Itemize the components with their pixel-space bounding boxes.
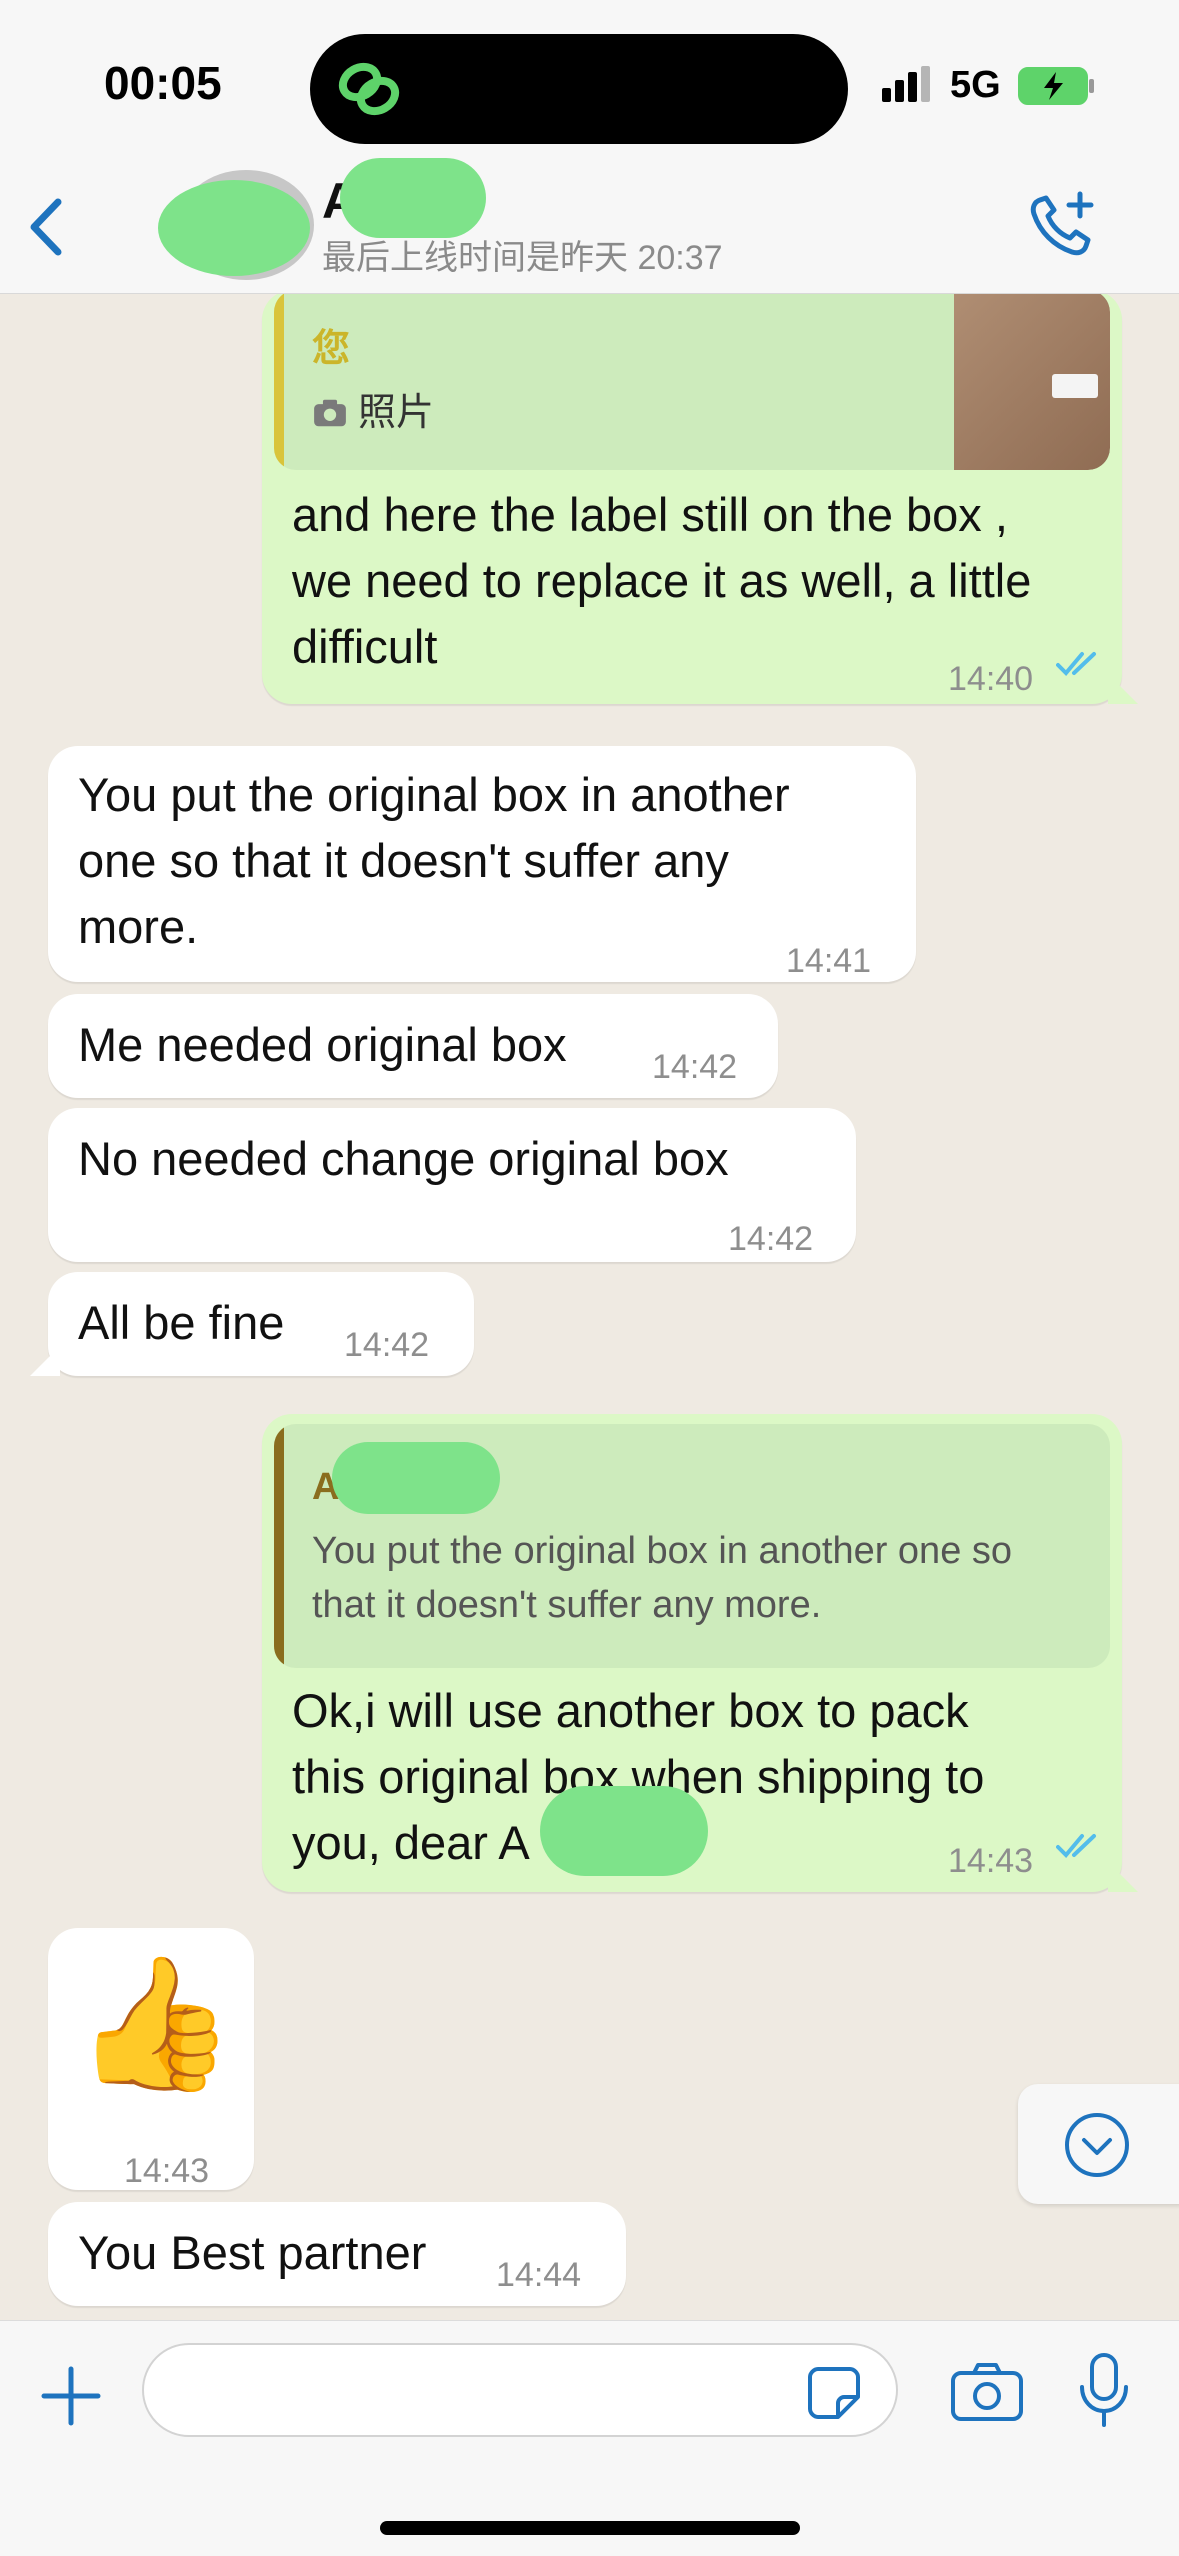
message-line: more. xyxy=(78,900,199,953)
incoming-message[interactable]: You Best partner 14:44 xyxy=(48,2202,626,2306)
thumbs-up-emoji: 👍 xyxy=(74,1950,236,2096)
message-line: difficult xyxy=(292,620,438,673)
photo-thumbnail[interactable] xyxy=(954,294,1110,470)
dynamic-island xyxy=(310,34,848,144)
message-time: 14:43 xyxy=(948,1842,1034,1880)
message-line: You put the original box in another xyxy=(78,768,790,821)
bubble-tail xyxy=(1108,1862,1138,1892)
phone-plus-icon[interactable] xyxy=(1026,190,1098,262)
message-line: Me needed original box xyxy=(78,1018,567,1071)
message-time: 14:42 xyxy=(728,1220,814,1258)
message-line: No needed change original box xyxy=(78,1132,729,1185)
message-line: one so that it doesn't suffer any xyxy=(78,834,729,887)
incoming-message[interactable]: No needed change original box 14:42 xyxy=(48,1108,856,1262)
message-time: 14:43 xyxy=(124,2152,210,2190)
message-line: and here the label still on the box , xyxy=(292,488,1008,541)
double-check-icon xyxy=(1056,1834,1096,1858)
message-line: All be fine xyxy=(78,1296,285,1349)
message-input[interactable] xyxy=(142,2343,898,2437)
message-line: Ok,i will use another box to pack xyxy=(292,1684,969,1737)
incoming-message[interactable]: All be fine 14:42 xyxy=(30,1272,474,1376)
microphone-icon[interactable] xyxy=(1074,2351,1134,2431)
bubble-tail xyxy=(30,1346,60,1376)
outgoing-message[interactable]: A You put the original box in another on… xyxy=(262,1414,1138,1892)
status-time: 00:05 xyxy=(104,57,222,109)
link-icon xyxy=(338,62,400,116)
reply-text: that it doesn't suffer any more. xyxy=(312,1584,822,1626)
reply-bar xyxy=(274,1424,284,1668)
incoming-message[interactable]: Me needed original box 14:42 xyxy=(48,994,778,1098)
name-redaction xyxy=(332,1442,500,1514)
name-redaction xyxy=(340,158,486,238)
message-time: 14:44 xyxy=(496,2256,582,2294)
reply-text: You put the original box in another one … xyxy=(312,1530,1013,1572)
reply-quote[interactable]: A You put the original box in another on… xyxy=(274,1424,1110,1668)
reply-bar xyxy=(274,294,284,470)
reply-text: 照片 xyxy=(358,392,435,434)
message-time: 14:42 xyxy=(344,1326,430,1364)
plus-icon[interactable] xyxy=(36,2361,106,2431)
outgoing-message[interactable]: 您 照片 and here the label still on the box… xyxy=(262,294,1138,704)
camera-icon[interactable] xyxy=(950,2361,1024,2423)
battery-charging-icon xyxy=(1018,67,1094,105)
home-indicator[interactable] xyxy=(380,2521,800,2535)
message-composer xyxy=(0,2320,1179,2556)
message-list[interactable]: 您 照片 and here the label still on the box… xyxy=(0,294,1179,2320)
box-label xyxy=(1052,374,1098,398)
name-redaction xyxy=(540,1786,708,1876)
chevron-down-circle-icon xyxy=(1065,2113,1129,2177)
message-time: 14:40 xyxy=(948,660,1034,698)
chat-header: A 最后上线时间是昨天 20:37 xyxy=(0,158,1179,294)
avatar-redaction xyxy=(158,180,310,276)
bubble-tail xyxy=(1108,674,1138,704)
message-time: 14:41 xyxy=(786,942,872,980)
message-line: we need to replace it as well, a little xyxy=(292,554,1032,607)
last-seen-status: 最后上线时间是昨天 20:37 xyxy=(322,239,723,277)
scroll-to-bottom-button[interactable] xyxy=(1018,2084,1179,2204)
incoming-message[interactable]: 👍 14:43 xyxy=(48,1928,254,2190)
network-type: 5G xyxy=(950,64,1001,106)
status-bar: 00:05 5G xyxy=(0,0,1179,170)
message-line: You Best partner xyxy=(78,2226,427,2279)
sticker-icon[interactable] xyxy=(804,2363,864,2423)
reply-quote[interactable]: 您 照片 xyxy=(274,294,1110,470)
incoming-message[interactable]: You put the original box in another one … xyxy=(48,746,916,982)
double-check-icon xyxy=(1056,652,1096,676)
signal-icon xyxy=(882,66,930,102)
reply-author: 您 xyxy=(312,328,351,370)
message-time: 14:42 xyxy=(652,1048,738,1086)
message-line: you, dear A xyxy=(292,1816,530,1869)
camera-icon xyxy=(314,399,346,427)
chevron-left-icon[interactable] xyxy=(22,192,72,262)
